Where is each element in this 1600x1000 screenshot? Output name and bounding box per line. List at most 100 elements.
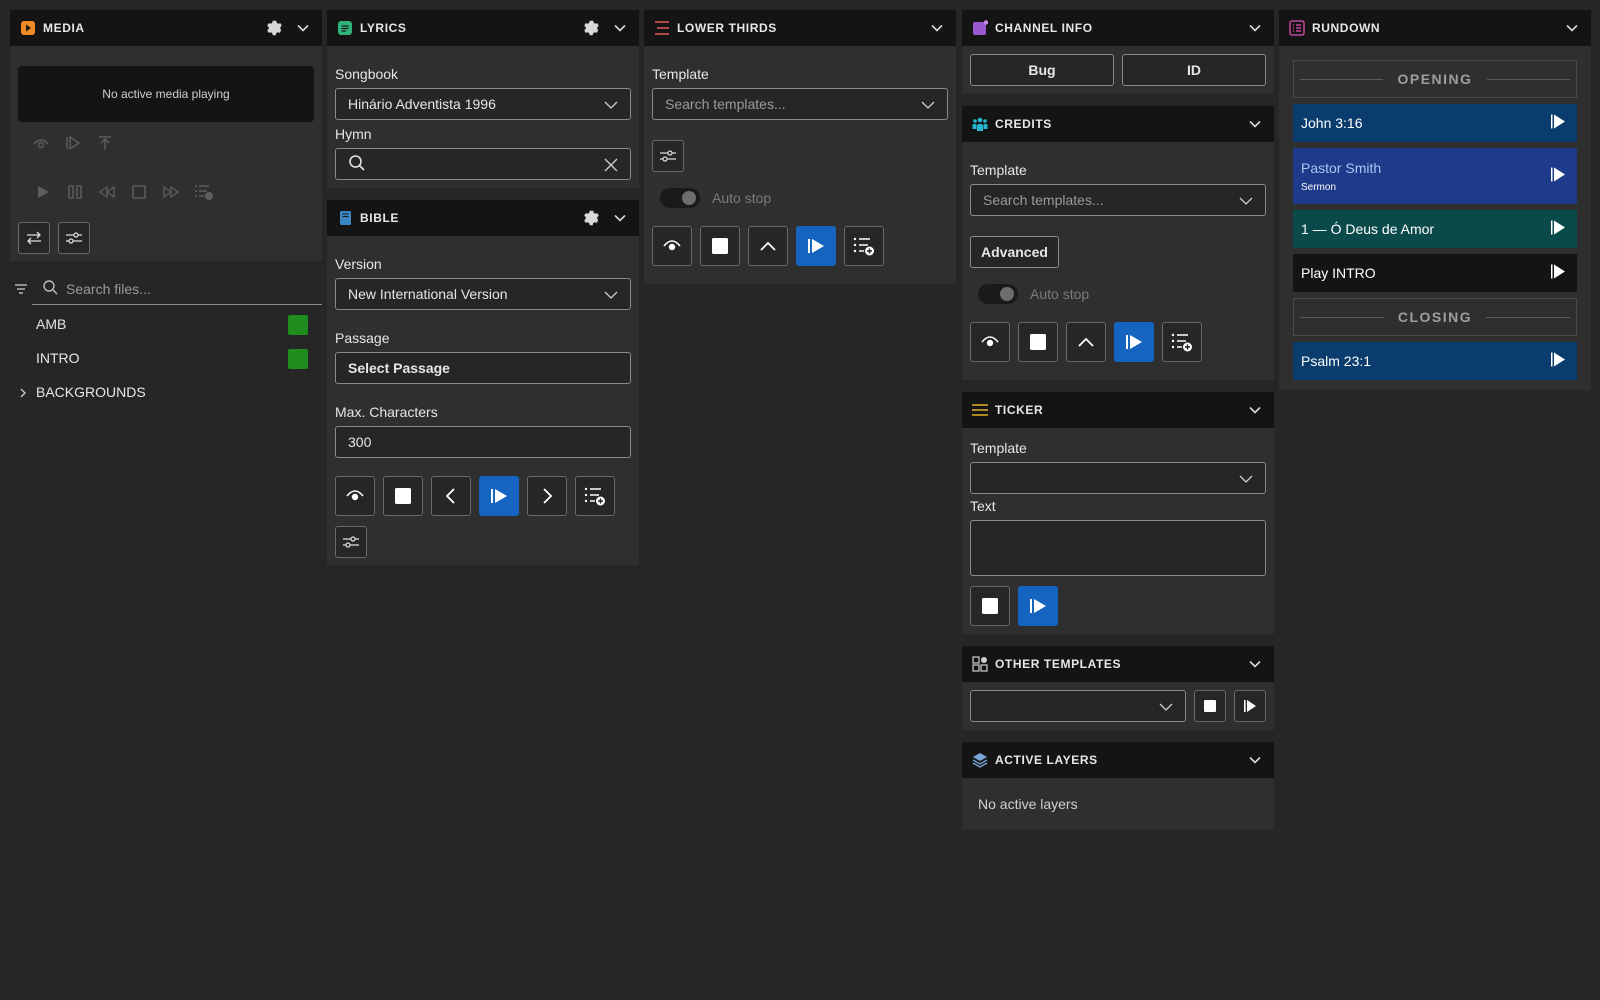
play-icon[interactable]: [34, 183, 52, 206]
play-button[interactable]: [1234, 690, 1266, 722]
preview-button[interactable]: [652, 226, 692, 266]
chevron-down-icon[interactable]: [1246, 751, 1264, 769]
stop-button[interactable]: [700, 226, 740, 266]
hymn-search-input[interactable]: [335, 148, 631, 180]
preview-button[interactable]: [335, 476, 375, 516]
file-browser: Search files... AMB INTRO BACKGROUNDS: [10, 273, 322, 409]
id-button[interactable]: ID: [1122, 54, 1266, 86]
chevron-down-icon[interactable]: [1246, 115, 1264, 133]
fast-forward-icon[interactable]: [162, 183, 180, 206]
songbook-select[interactable]: Hinário Adventista 1996: [335, 88, 631, 120]
file-search-input[interactable]: Search files...: [32, 273, 322, 305]
rundown-item[interactable]: Pastor Smith Sermon: [1293, 148, 1577, 204]
upload-icon[interactable]: [96, 134, 114, 157]
settings-sliders-button[interactable]: [652, 140, 684, 172]
rundown-item[interactable]: 1 — Ó Deus de Amor: [1293, 210, 1577, 248]
template-select[interactable]: [970, 462, 1266, 494]
add-to-rundown-button[interactable]: [1162, 322, 1202, 362]
filter-icon[interactable]: [10, 284, 32, 294]
rundown-separator[interactable]: OPENING: [1293, 60, 1577, 98]
media-panel-header[interactable]: MEDIA: [10, 10, 322, 46]
auto-stop-toggle[interactable]: Auto stop: [970, 284, 1266, 304]
chevron-down-icon[interactable]: [928, 19, 946, 37]
play-button[interactable]: [1114, 322, 1154, 362]
version-select[interactable]: New International Version: [335, 278, 631, 310]
file-name: INTRO: [36, 350, 80, 366]
update-button[interactable]: [748, 226, 788, 266]
credits-panel-header[interactable]: CREDITS: [962, 106, 1274, 142]
ticker-panel-header[interactable]: TICKER: [962, 392, 1274, 428]
swap-button[interactable]: [18, 222, 50, 254]
lower-thirds-panel-header[interactable]: LOWER THIRDS: [644, 10, 956, 46]
bug-button[interactable]: Bug: [970, 54, 1114, 86]
lower-thirds-controls: [652, 226, 948, 266]
chevron-down-icon[interactable]: [611, 19, 629, 37]
play-icon[interactable]: [1551, 167, 1565, 186]
ticker-controls: [970, 586, 1266, 626]
chevron-down-icon[interactable]: [1246, 655, 1264, 673]
stop-icon[interactable]: [130, 183, 148, 206]
play-icon[interactable]: [1551, 114, 1565, 133]
rundown-item[interactable]: Play INTRO: [1293, 254, 1577, 292]
rundown-item-sublabel: Sermon: [1301, 181, 1337, 193]
advanced-button[interactable]: Advanced: [970, 236, 1059, 268]
file-item[interactable]: AMB: [10, 307, 322, 341]
play-button[interactable]: [479, 476, 519, 516]
previous-button[interactable]: [431, 476, 471, 516]
chevron-down-icon[interactable]: [1563, 19, 1581, 37]
next-frame-icon[interactable]: [64, 134, 82, 157]
settings-sliders-button[interactable]: [335, 526, 367, 558]
folder-item[interactable]: BACKGROUNDS: [10, 375, 322, 409]
other-templates-panel-header[interactable]: OTHER TEMPLATES: [962, 646, 1274, 682]
channel-info-panel-header[interactable]: CHANNEL INFO: [962, 10, 1274, 46]
chevron-down-icon[interactable]: [611, 209, 629, 227]
auto-stop-toggle[interactable]: Auto stop: [652, 188, 948, 208]
add-to-playlist-icon[interactable]: [194, 183, 214, 206]
chevron-down-icon[interactable]: [1246, 401, 1264, 419]
stop-button[interactable]: [1018, 322, 1058, 362]
pause-icon[interactable]: [66, 183, 84, 206]
eye-icon[interactable]: [32, 134, 50, 157]
clear-icon[interactable]: [604, 158, 618, 175]
gear-icon[interactable]: [265, 19, 283, 37]
play-icon[interactable]: [1551, 220, 1565, 239]
rundown-separator[interactable]: CLOSING: [1293, 298, 1577, 336]
lyrics-panel-header[interactable]: LYRICS: [327, 10, 639, 46]
rundown-panel-header[interactable]: RUNDOWN: [1279, 10, 1591, 46]
chevron-down-icon[interactable]: [294, 19, 312, 37]
active-layers-panel: ACTIVE LAYERS No active layers: [962, 742, 1274, 830]
play-icon[interactable]: [1551, 352, 1565, 371]
gear-icon[interactable]: [582, 209, 600, 227]
rundown-item[interactable]: Psalm 23:1: [1293, 342, 1577, 380]
chevron-down-icon: [1239, 194, 1253, 210]
preview-button[interactable]: [970, 322, 1010, 362]
active-layers-panel-header[interactable]: ACTIVE LAYERS: [962, 742, 1274, 778]
file-item[interactable]: INTRO: [10, 341, 322, 375]
add-to-rundown-button[interactable]: [575, 476, 615, 516]
stop-button[interactable]: [383, 476, 423, 516]
play-button[interactable]: [1018, 586, 1058, 626]
stop-button[interactable]: [1194, 690, 1226, 722]
ticker-text-input[interactable]: [970, 520, 1266, 576]
other-template-select[interactable]: [970, 690, 1186, 722]
update-button[interactable]: [1066, 322, 1106, 362]
select-passage-button[interactable]: Select Passage: [335, 352, 631, 384]
play-button[interactable]: [796, 226, 836, 266]
next-button[interactable]: [527, 476, 567, 516]
toggle-switch[interactable]: [660, 188, 700, 208]
rundown-item[interactable]: John 3:16: [1293, 104, 1577, 142]
rundown-item-label: Pastor Smith: [1301, 159, 1382, 176]
bible-panel-header[interactable]: BIBLE: [327, 200, 639, 236]
settings-sliders-button[interactable]: [58, 222, 90, 254]
template-select[interactable]: Search templates...: [970, 184, 1266, 216]
chevron-down-icon[interactable]: [1246, 19, 1264, 37]
template-select[interactable]: Search templates...: [652, 88, 948, 120]
play-icon[interactable]: [1551, 264, 1565, 283]
max-characters-input[interactable]: 300: [335, 426, 631, 458]
stop-button[interactable]: [970, 586, 1010, 626]
add-to-rundown-button[interactable]: [844, 226, 884, 266]
rewind-icon[interactable]: [98, 183, 116, 206]
gear-icon[interactable]: [582, 19, 600, 37]
toggle-switch[interactable]: [978, 284, 1018, 304]
template-label: Template: [970, 162, 1027, 178]
